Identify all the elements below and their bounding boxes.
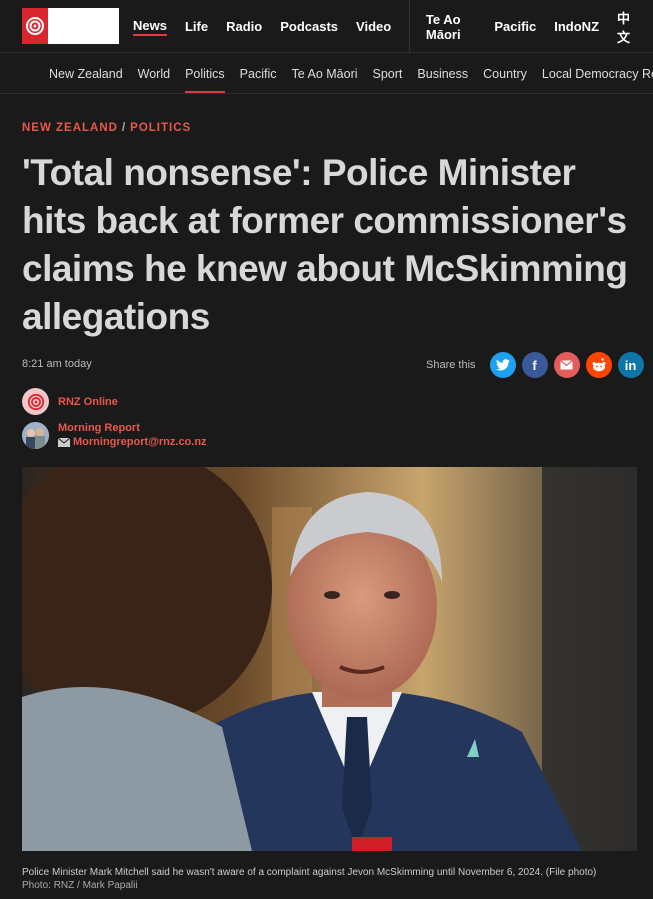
- caption-text: Police Minister Mark Mitchell said he wa…: [22, 867, 597, 878]
- primary-nav: News Life Radio Podcasts Video Te Ao Māo…: [133, 0, 653, 53]
- subnav-country[interactable]: Country: [483, 54, 527, 93]
- email-icon[interactable]: [553, 352, 580, 378]
- reddit-icon[interactable]: [585, 352, 612, 378]
- subnav-te-ao-maori[interactable]: Te Ao Māori: [292, 54, 358, 93]
- author-email[interactable]: Morningreport@rnz.co.nz: [73, 435, 207, 449]
- author-morning-report[interactable]: Morning Report Morningreport@rnz.co.nz: [22, 421, 207, 449]
- breadcrumb: NEW ZEALAND / POLITICS: [22, 122, 191, 134]
- subnav-local-democracy[interactable]: Local Democracy Reporting: [542, 54, 653, 93]
- linkedin-icon[interactable]: in: [617, 352, 644, 378]
- twitter-icon[interactable]: [489, 352, 516, 378]
- nav-indonz[interactable]: IndoNZ: [554, 19, 599, 34]
- section-nav: New Zealand World Politics Pacific Te Ao…: [0, 54, 653, 94]
- nav-chinese[interactable]: 中文: [617, 8, 635, 46]
- top-navigation-bar: News Life Radio Podcasts Video Te Ao Māo…: [0, 0, 653, 53]
- breadcrumb-politics[interactable]: POLITICS: [130, 122, 191, 134]
- rnz-logo[interactable]: [22, 8, 119, 44]
- rnz-logo-mark-icon: [22, 8, 48, 44]
- photo-credit: Photo: RNZ / Mark Papalii: [22, 880, 138, 891]
- breadcrumb-separator: /: [121, 122, 127, 134]
- subnav-business[interactable]: Business: [417, 54, 468, 93]
- publish-time: 8:21 am today: [22, 358, 92, 370]
- nav-video[interactable]: Video: [356, 19, 391, 34]
- nav-divider: [409, 0, 410, 53]
- subnav-world[interactable]: World: [138, 54, 170, 93]
- author-name[interactable]: RNZ Online: [58, 396, 118, 408]
- article-photo: [22, 467, 637, 851]
- breadcrumb-new-zealand[interactable]: NEW ZEALAND: [22, 122, 118, 134]
- morning-report-avatar: [22, 421, 49, 449]
- share-label: Share this: [426, 359, 476, 371]
- nav-podcasts[interactable]: Podcasts: [280, 19, 338, 34]
- subnav-new-zealand[interactable]: New Zealand: [49, 54, 123, 93]
- nav-life[interactable]: Life: [185, 19, 208, 34]
- nav-pacific[interactable]: Pacific: [494, 19, 536, 34]
- mail-icon: [58, 437, 70, 447]
- nav-news[interactable]: News: [133, 18, 167, 36]
- nav-radio[interactable]: Radio: [226, 19, 262, 34]
- share-bar: Share this f in: [426, 352, 644, 378]
- article-headline: 'Total nonsense': Police Minister hits b…: [22, 152, 628, 337]
- nav-te-ao-maori[interactable]: Te Ao Māori: [426, 12, 476, 42]
- subnav-politics[interactable]: Politics: [185, 54, 225, 93]
- author-name[interactable]: Morning Report: [58, 421, 207, 435]
- rnz-avatar-icon: [22, 388, 49, 415]
- photo-caption: Police Minister Mark Mitchell said he wa…: [22, 866, 596, 892]
- facebook-icon[interactable]: f: [521, 352, 548, 378]
- author-rnz-online[interactable]: RNZ Online: [22, 388, 118, 415]
- subnav-pacific[interactable]: Pacific: [240, 54, 277, 93]
- subnav-sport[interactable]: Sport: [373, 54, 403, 93]
